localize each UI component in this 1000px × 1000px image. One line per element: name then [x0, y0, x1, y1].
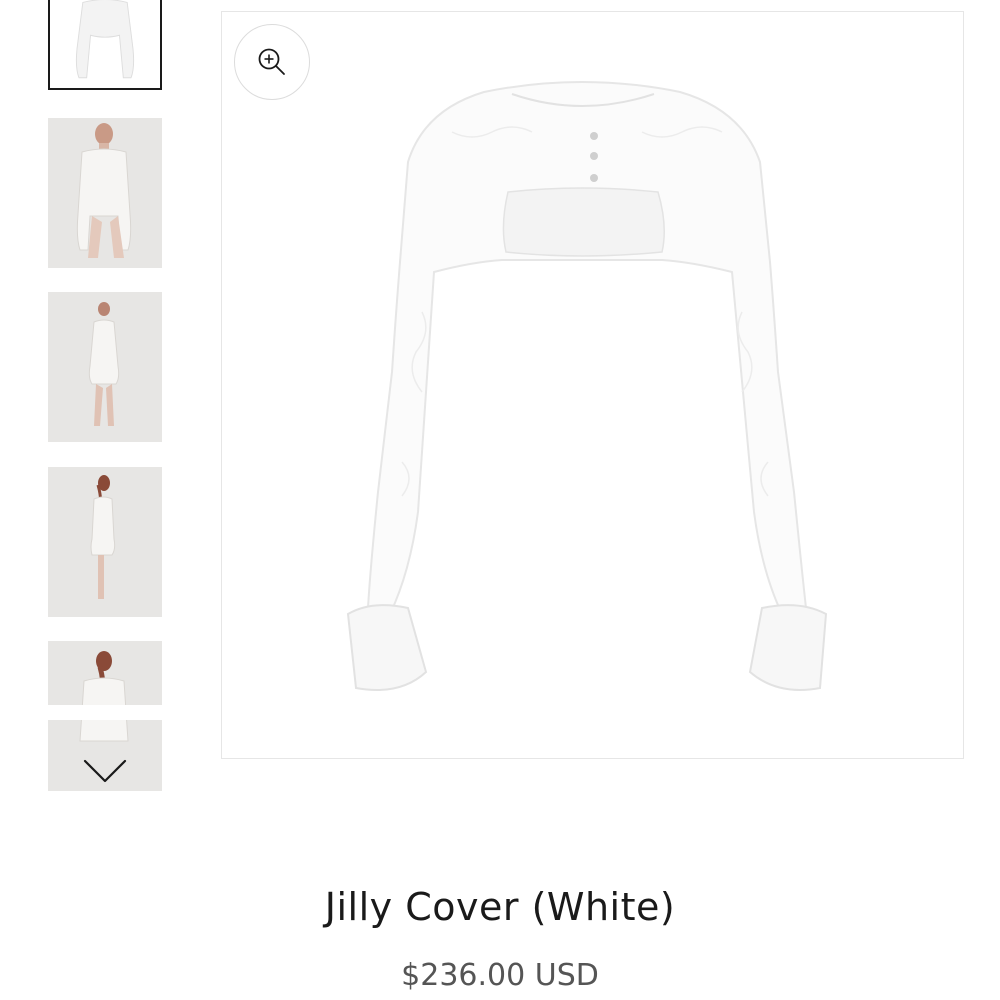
- thumbnail-image: [48, 467, 162, 617]
- product-photo-lace-bolero: [346, 81, 828, 691]
- thumbnail-model-full-front[interactable]: [48, 292, 162, 442]
- thumbnail-image: [50, 0, 160, 88]
- thumbnail-fade: [48, 705, 162, 720]
- product-title: Jilly Cover (White): [324, 885, 676, 929]
- thumbnail-scroll-down-button[interactable]: [80, 752, 130, 790]
- chevron-down-icon: [83, 759, 127, 783]
- thumbnail-product-flat[interactable]: [48, 0, 162, 90]
- product-page: Jilly Cover (White) $236.00 USD: [0, 0, 1000, 1000]
- thumbnail-image: [48, 292, 162, 442]
- thumbnail-image: [48, 118, 162, 268]
- product-price: $236.00 USD: [401, 958, 599, 993]
- thumbnail-model-side[interactable]: [48, 467, 162, 617]
- main-product-image[interactable]: [221, 11, 964, 759]
- thumbnail-rail: [0, 0, 210, 800]
- zoom-in-icon: [258, 48, 285, 75]
- thumbnail-model-front-closeup[interactable]: [48, 118, 162, 268]
- zoom-button[interactable]: [234, 24, 310, 100]
